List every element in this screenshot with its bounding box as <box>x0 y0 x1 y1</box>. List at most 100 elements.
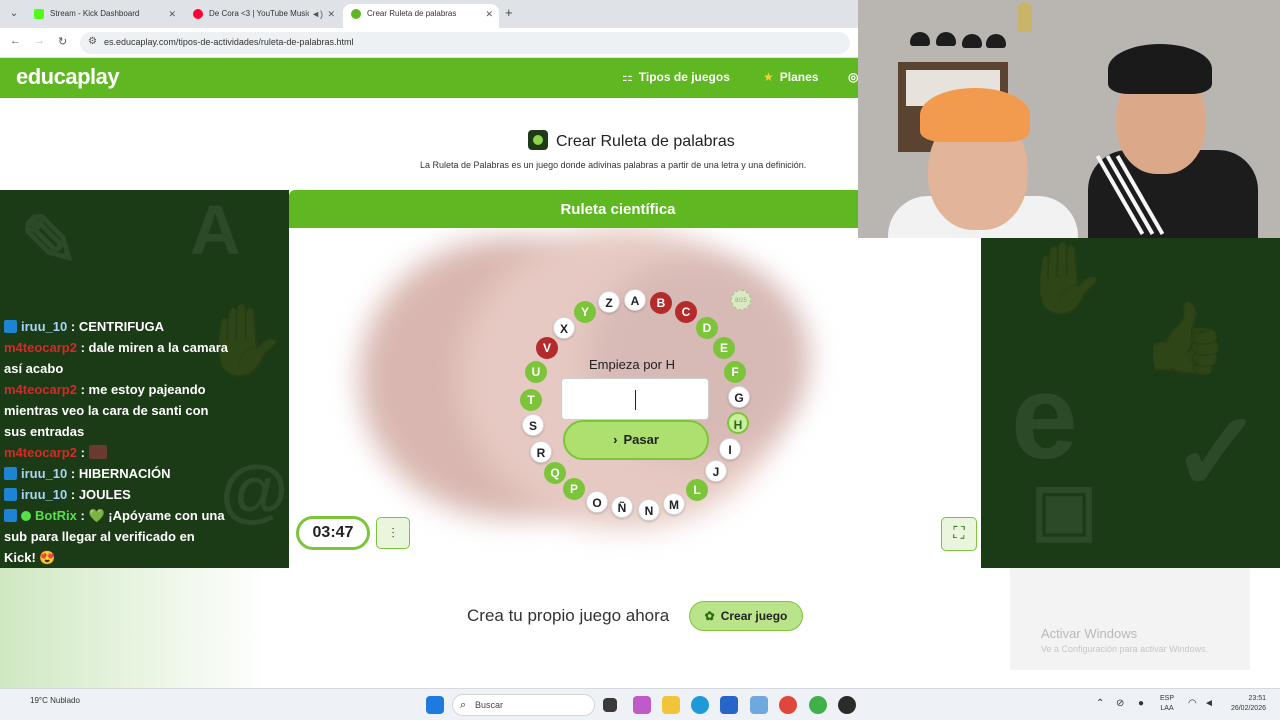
page-title: Crear Ruleta de palabras <box>528 130 735 151</box>
nav-label: Tipos de juegos <box>638 70 730 84</box>
tab-kick-dashboard[interactable]: Stream - Kick Dashboard ✕ <box>26 4 182 28</box>
chat-username[interactable]: m4teocarp2 <box>4 382 77 397</box>
answered-counter: 8/25 <box>731 290 751 310</box>
volume-icon[interactable]: ◄ <box>1204 698 1214 709</box>
decorative-thumbs-up-icon: 👍 <box>1141 299 1229 377</box>
word-wheel-icon <box>528 130 548 150</box>
puzzle-icon: ✿ <box>704 609 715 623</box>
settings-sliders-icon[interactable]: ⫶ <box>376 517 410 549</box>
tab-search-icon[interactable]: ⌄ <box>6 6 22 22</box>
webcam-person-2-hair <box>1108 44 1212 94</box>
nav-tipos-de-juegos[interactable]: ⚏ Tipos de juegos <box>622 70 730 84</box>
wheel-letter-i: I <box>719 438 741 460</box>
educaplay-logo[interactable]: educaplay <box>16 64 120 90</box>
chat-username[interactable]: m4teocarp2 <box>4 340 77 355</box>
kick-badge-icon <box>4 509 17 522</box>
chat-message: m4teocarp2 : <box>4 442 230 463</box>
file-explorer-icon[interactable] <box>662 696 680 714</box>
url-field[interactable]: ⚙ es.educaplay.com/tipos-de-actividades/… <box>80 32 850 54</box>
webcam-trophy <box>1018 2 1032 32</box>
windows-start-icon[interactable] <box>426 696 444 714</box>
text-caret <box>635 390 636 410</box>
fullscreen-icon[interactable]: ⛶ <box>941 517 977 551</box>
browser-tab-bar: ⌄ Stream - Kick Dashboard ✕ De Cora <3 |… <box>0 0 858 28</box>
chevron-right-icon: › <box>613 432 618 447</box>
new-tab-icon[interactable]: + <box>505 6 513 20</box>
activate-windows-subtitle: Ve a Configuración para activar Windows. <box>1041 644 1209 654</box>
webcam-cap <box>936 32 956 46</box>
windows-activation-watermark: Activar Windows Ve a Configuración para … <box>1010 568 1250 670</box>
tray-app-icon[interactable]: ⊘ <box>1116 698 1124 709</box>
lang-top: ESP <box>1160 695 1175 702</box>
create-game-button[interactable]: ✿ Crear juego <box>689 601 803 631</box>
speaker-icon[interactable]: ◄) <box>311 4 323 24</box>
chat-username[interactable]: iruu_10 <box>21 319 67 334</box>
wheel-letter-f: F <box>724 361 746 383</box>
chat-text: : JOULES <box>70 487 131 502</box>
chat-overlay-ghost <box>0 568 270 688</box>
webcam-cap <box>962 34 982 48</box>
app-icon[interactable] <box>750 696 768 714</box>
chat-username[interactable]: m4teocarp2 <box>4 445 77 460</box>
obs-icon[interactable] <box>838 696 856 714</box>
nav-more-icon[interactable]: ◎ <box>848 70 858 84</box>
weather-widget[interactable]: 19°C Nublado <box>30 696 80 705</box>
wheel-letter-t: T <box>520 389 542 411</box>
decorative-letter-a: A <box>190 191 241 269</box>
right-overlay-background: ✋ e 👍 ✓ ▣ <box>981 238 1280 568</box>
wheel-letter-y: Y <box>574 301 596 323</box>
verified-icon <box>21 511 31 521</box>
educaplay-favicon-icon <box>351 9 361 19</box>
kick-badge-icon <box>4 467 17 480</box>
tray-overflow-icon[interactable]: ⌃ <box>1096 698 1104 709</box>
system-clock[interactable]: 23:51 26/02/2026 <box>1226 694 1266 714</box>
taskbar-search[interactable]: ⌕ Buscar <box>452 694 595 716</box>
wifi-icon[interactable]: ◠ <box>1188 698 1197 709</box>
close-tab-icon[interactable]: ✕ <box>168 4 176 24</box>
reload-icon[interactable]: ↻ <box>58 35 67 48</box>
chat-username[interactable]: iruu_10 <box>21 487 67 502</box>
chat-message: BotRix : 💚 ¡Apóyame con una sub para lle… <box>4 505 230 568</box>
pass-button[interactable]: › Pasar <box>563 420 709 460</box>
webcam-cap <box>986 34 1006 48</box>
copilot-icon[interactable] <box>633 696 651 714</box>
pass-button-label: Pasar <box>623 432 659 447</box>
decorative-check-icon: ✓ <box>1171 391 1264 514</box>
chat-message: iruu_10 : JOULES <box>4 484 230 505</box>
back-arrow-icon[interactable]: ← <box>10 35 21 47</box>
chat-username[interactable]: BotRix <box>35 508 77 523</box>
decorative-pencil-icon: ✎ <box>20 202 79 280</box>
star-icon: ★ <box>763 70 774 84</box>
weather-desc: Nublado <box>50 696 80 705</box>
wheel-letter-u: U <box>525 361 547 383</box>
nav-planes[interactable]: ★ Planes <box>763 70 818 84</box>
tab-youtube-music[interactable]: De Cora <3 | YouTube Music ◄) ✕ <box>185 4 341 28</box>
webcam-cap <box>910 32 930 46</box>
task-view-icon[interactable] <box>603 698 617 712</box>
forward-arrow-icon[interactable]: → <box>34 35 45 47</box>
tab-educaplay[interactable]: Crear Ruleta de palabras - Educaplay ✕ <box>343 4 499 28</box>
site-info-icon[interactable]: ⚙ <box>88 36 97 47</box>
wheel-letter-l: L <box>686 479 708 501</box>
tab-label: De Cora <3 | YouTube Music <box>209 9 309 18</box>
microphone-icon[interactable]: ● <box>1138 698 1144 709</box>
close-tab-icon[interactable]: ✕ <box>327 4 335 24</box>
clock-date: 26/02/2026 <box>1230 705 1266 712</box>
wheel-letter-g: G <box>728 386 750 408</box>
wheel-letter-p: P <box>563 478 585 500</box>
chrome-profile-icon[interactable] <box>809 696 827 714</box>
wheel-letter-n: N <box>638 499 660 521</box>
page-title-text: Crear Ruleta de palabras <box>556 133 735 150</box>
chat-message: iruu_10 : HIBERNACIÓN <box>4 463 230 484</box>
chat-username[interactable]: iruu_10 <box>21 466 67 481</box>
chat-message: iruu_10 : CENTRIFUGA <box>4 316 230 337</box>
grid-icon: ⚏ <box>622 70 633 84</box>
edge-icon[interactable] <box>691 696 709 714</box>
close-tab-icon[interactable]: ✕ <box>485 4 493 24</box>
keyboard-language[interactable]: ESP LAA <box>1160 694 1174 714</box>
store-icon[interactable] <box>720 696 738 714</box>
decorative-letter-e: e <box>1011 350 1078 484</box>
chrome-icon[interactable] <box>779 696 797 714</box>
wheel-letter-r: R <box>530 441 552 463</box>
answer-input[interactable] <box>561 378 709 420</box>
